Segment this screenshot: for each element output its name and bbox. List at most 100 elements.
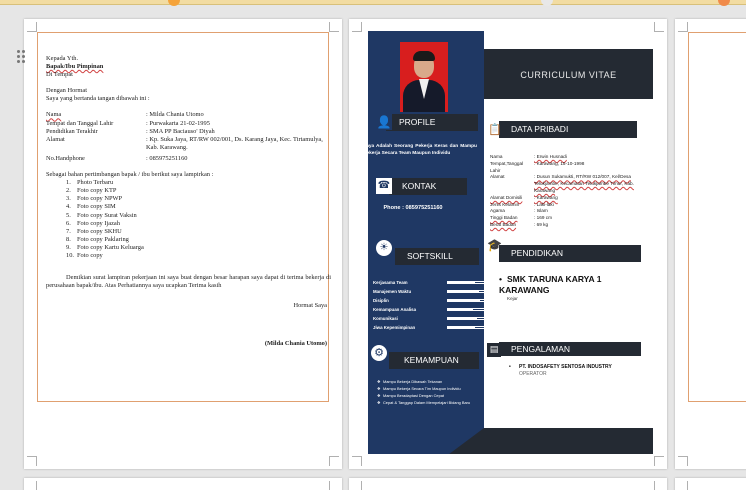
list-item: 7. Foto copy SKHU [66, 227, 122, 235]
attach-intro: Sebagai bahan pertimbangan bapak / ibu b… [46, 171, 214, 179]
list-item: 1. Photo Terbaru [66, 179, 114, 187]
skill-label: Komunikasi [373, 316, 398, 321]
position: OPERATOR [519, 371, 547, 377]
school-name: • SMK TARUNA KARYA 1 KARAWANG [499, 274, 602, 295]
notification-bubble [541, 0, 553, 6]
list-item: ❖ Mampu Bekerja Secara Tim Maupun Individ… [377, 386, 461, 391]
page-margin-marker [27, 22, 37, 32]
phone-number: Phone : 085975251160 [383, 205, 443, 211]
data-row: Nama: Erwin Husnadi [490, 154, 567, 159]
list-item: 8. Foto copy Paklaring [66, 235, 129, 243]
list-item: 5. Foto copy Surat Vaksin [66, 211, 137, 219]
page-margin-marker [654, 22, 664, 32]
section-header-pengalaman: PENGALAMAN [499, 342, 641, 356]
data-row: Jenis Kelamin: Laki-laki [490, 201, 554, 207]
page-margin-marker [678, 456, 688, 466]
skill-row: Kerjasama Team [373, 278, 485, 287]
section-header-softskill: SOFTSKILL [395, 248, 479, 265]
skill-bar-fill [448, 309, 474, 310]
list-item: 6. Foto copy Ijazah [66, 219, 120, 227]
field-row: No.Handphone: 085975251160 [46, 154, 188, 162]
list-item: 2. Foto copy KTP [66, 187, 117, 195]
document-page-cv: CURRICULUM VITAE PROFILE 👤 Saya Adalah S… [349, 19, 667, 469]
skill-row: Jiwa Kepemimpinan [373, 323, 485, 332]
data-row: Tinggi Badan: 169 cm [490, 215, 552, 221]
document-page-partial [675, 19, 746, 469]
section-header-profile: PROFILE [386, 114, 478, 131]
data-row: Alamat: Dusun Sukamukti, RT/RW 012/007, … [490, 174, 634, 193]
skill-label: Manajemen Waktu [373, 289, 412, 294]
recipient-line: Bapak/Ibu Pimpinan [46, 63, 104, 71]
cv-header: CURRICULUM VITAE [484, 49, 653, 99]
salutation: Dengan Hormat [46, 87, 87, 95]
id-card-icon: 📋 [488, 123, 502, 136]
skill-label: Jiwa Kepemimpinan [373, 325, 416, 330]
field-row: Pendidikan Terakhir: SMA PP Baciauso' Di… [46, 127, 215, 135]
skill-row: Disiplin [373, 296, 485, 305]
page-margin-marker [352, 22, 362, 32]
recipient-line: Kepada Yth. [46, 55, 79, 62]
field-row: Tempat dan Tanggal Lahir: Purwakarta 21-… [46, 119, 210, 127]
document-page-partial [349, 478, 667, 490]
personal-data: Nama: Erwin Husnadi Tempat,Tanggal Lahir… [490, 154, 650, 229]
letter-body[interactable]: Kepada Yth. Bapak/Ibu Pimpinan Di Tempat… [46, 55, 331, 348]
page-margin-marker [654, 456, 664, 466]
skill-bar [447, 317, 485, 320]
skill-bar-fill [448, 327, 475, 328]
list-item: 10. Foto copy [66, 251, 103, 259]
drag-handle-icon[interactable] [17, 50, 27, 64]
notification-bar [0, 0, 746, 6]
data-row: Tempat,Tanggal Lahir: Karawang, 15-10-19… [490, 160, 585, 173]
data-row: Berat Badan: 69 kg [490, 221, 549, 227]
list-item: 3. Foto copy NPWP [66, 195, 123, 203]
list-item: ❖ Cepat & Tanggap Dalam Mempelajari Bidan… [377, 400, 471, 405]
skill-bar [447, 299, 485, 302]
briefcase-icon: ▤ [487, 343, 501, 357]
gear-icon: ⚙ [371, 345, 387, 361]
skill-bar-fill [448, 318, 477, 319]
profile-photo[interactable] [400, 42, 448, 112]
skill-bar-fill [448, 300, 481, 301]
list-item: ❖ Mampu Beradaptasi Dengan Cepat [377, 393, 444, 398]
field-row: Alamat: Kp. Suka Jaya, RT/RW 002/001, Ds… [46, 135, 323, 151]
page-margin-marker [329, 22, 339, 32]
signature-name: (Milda Chania Utomo) [264, 340, 327, 348]
notification-bubble [718, 0, 730, 6]
skill-bar [447, 290, 485, 293]
section-header-kontak: KONTAK [389, 178, 467, 195]
skill-label: Kerjasama Team [373, 280, 408, 285]
section-header-kemampuan: KEMAMPUAN [389, 352, 479, 369]
document-page-partial [24, 478, 342, 490]
skill-row: Manajemen Waktu [373, 287, 485, 296]
skill-row: Komunikasi [373, 314, 485, 323]
skill-list: Kerjasama Team Manajemen Waktu Disiplin Kem… [373, 278, 485, 332]
profile-text: Saya Adalah Seorang Pekerja Keras dan Ma… [363, 144, 477, 157]
page-margin-marker [329, 456, 339, 466]
skill-bar [447, 326, 485, 329]
company-name: • PT. INDOSAFETY SENTOSA INDUSTRY [509, 364, 612, 370]
skill-bar-fill [448, 291, 479, 292]
skill-label: Disiplin [373, 298, 389, 303]
skill-bar [447, 308, 485, 311]
education-entry: • SMK TARUNA KARYA 1 KARAWANG Kejar [499, 274, 649, 301]
warning-icon [168, 0, 180, 6]
section-header-pendidikan: PENDIDIKAN [499, 245, 641, 262]
skill-bar-fill [448, 282, 475, 283]
page-margin-marker [352, 456, 362, 466]
section-header-data-pribadi: DATA PRIBADI [499, 121, 637, 138]
skill-label: Kemampuan Analisa [373, 307, 417, 312]
list-item: 4. Foto copy SIM [66, 203, 116, 211]
data-row: Agama: Islam [490, 208, 548, 214]
phone-icon: ☎ [376, 178, 392, 194]
school-status: Kejar [507, 296, 518, 301]
list-item: ❖ Mampu Bekerja Dibawah Tekanan [377, 379, 443, 384]
field-row: Nama: Milda Chania Utomo [46, 111, 204, 119]
intro-text: Saya yang bertanda tangan dibawah ini : [46, 95, 150, 103]
page-margin-marker [678, 22, 688, 32]
person-icon: 👤 [376, 114, 392, 130]
list-item: 9. Foto copy Kartu Keluarga [66, 243, 144, 251]
skill-row: Kemampuan Analisa [373, 305, 485, 314]
attachment-list: 1. Photo Terbaru 2. Foto copy KTP 3. Foto c… [46, 179, 331, 260]
document-page-partial [675, 478, 746, 490]
recipient-line: Di Tempat [46, 71, 73, 79]
